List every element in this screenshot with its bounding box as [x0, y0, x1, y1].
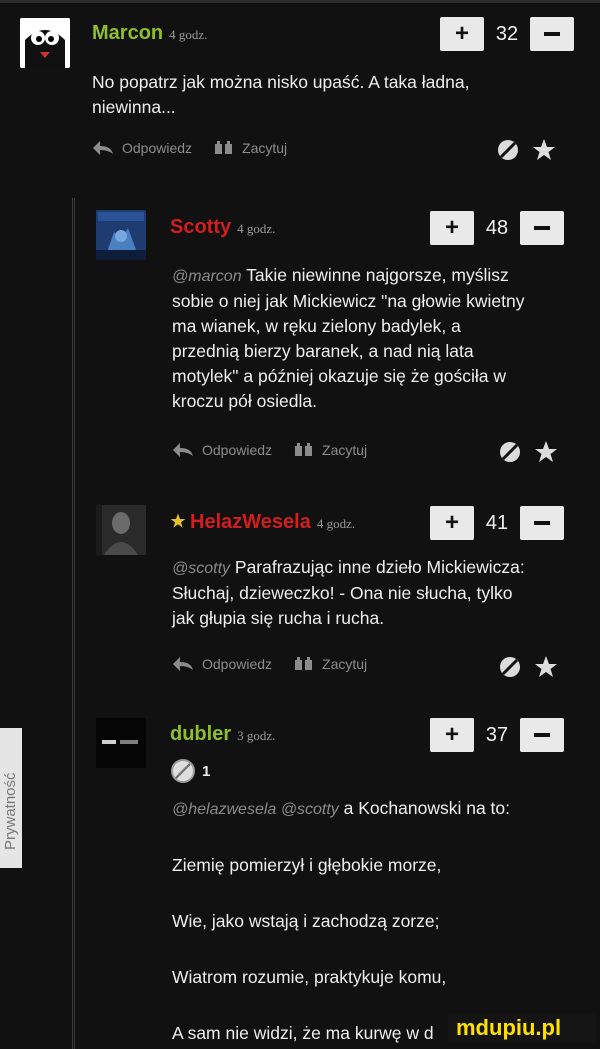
- timestamp: 3 godz.: [237, 728, 276, 743]
- quote-icon: [295, 443, 313, 456]
- downvote-button[interactable]: [520, 718, 564, 752]
- upvote-button[interactable]: +: [430, 718, 474, 752]
- thread-line: [72, 198, 73, 1049]
- comment-rating: [498, 655, 558, 679]
- timestamp: 4 godz.: [237, 221, 276, 236]
- star-icon[interactable]: [534, 655, 558, 679]
- avatar-image: [20, 18, 70, 68]
- mention-link[interactable]: @scotty: [172, 560, 230, 577]
- watermark: mdupiu.pl: [448, 1013, 596, 1043]
- timestamp: 4 godz.: [169, 27, 208, 42]
- avatar-image: [96, 505, 146, 555]
- upvote-button[interactable]: +: [430, 211, 474, 245]
- avatar[interactable]: [96, 210, 146, 260]
- avatar[interactable]: [20, 18, 70, 68]
- vote-widget: + 32: [440, 17, 574, 51]
- comment-text: @helazwesela @scotty a Kochanowski na to…: [172, 798, 511, 1043]
- comment-text: No popatrz jak można nisko upaść. A taka…: [92, 72, 470, 117]
- upvote-button[interactable]: +: [430, 506, 474, 540]
- star-badge-icon: [170, 513, 186, 528]
- comment-text: @scotty Parafrazując inne dzieło Mickiew…: [172, 557, 525, 628]
- reply-icon: [93, 141, 113, 155]
- avatar[interactable]: [96, 505, 146, 555]
- quote-icon: [215, 141, 233, 154]
- vote-widget: + 48: [430, 211, 564, 245]
- star-icon[interactable]: [534, 440, 558, 464]
- downvote-button[interactable]: [520, 211, 564, 245]
- medal-count: 1: [202, 762, 211, 780]
- vote-count: 41: [485, 511, 509, 534]
- comment-text: @marcon Takie niewinne najgorsze, myślis…: [172, 265, 525, 411]
- star-icon[interactable]: [532, 138, 556, 162]
- quote-icon: [295, 657, 313, 670]
- medal-icon: [171, 759, 195, 783]
- report-icon[interactable]: [496, 138, 520, 162]
- medal-badge[interactable]: 1: [170, 758, 210, 784]
- avatar[interactable]: [96, 718, 146, 768]
- comment-rating: [496, 138, 556, 162]
- username[interactable]: Scotty 4 godz.: [170, 216, 275, 239]
- username[interactable]: HelazWesela 4 godz.: [170, 511, 355, 534]
- reply-button[interactable]: Odpowiedz: [172, 442, 272, 458]
- watermark-text: mdupiu.pl: [456, 1015, 562, 1040]
- comment-rating: [498, 440, 558, 464]
- quote-button[interactable]: Zacytuj: [294, 656, 367, 672]
- vote-widget: + 41: [430, 506, 564, 540]
- comment-actions: Odpowiedz Zacytuj: [92, 140, 309, 156]
- privacy-label: Prywatność: [2, 772, 19, 850]
- report-icon[interactable]: [498, 655, 522, 679]
- reply-button[interactable]: Odpowiedz: [92, 140, 192, 156]
- quote-button[interactable]: Zacytuj: [214, 140, 287, 156]
- mention-link[interactable]: @helazwesela @scotty: [172, 801, 339, 818]
- avatar-image: [96, 718, 146, 768]
- reply-icon: [173, 443, 193, 457]
- timestamp: 4 godz.: [316, 516, 356, 531]
- username[interactable]: Marcon 4 godz.: [92, 22, 207, 45]
- report-icon[interactable]: [498, 440, 522, 464]
- quote-button[interactable]: Zacytuj: [294, 442, 367, 458]
- vote-count: 48: [485, 216, 509, 239]
- avatar-image: [96, 210, 146, 260]
- upvote-button[interactable]: +: [440, 17, 484, 51]
- vote-count: 32: [495, 22, 519, 45]
- top-border: [0, 0, 600, 3]
- mention-link[interactable]: @marcon: [172, 268, 242, 285]
- comment-actions: Odpowiedz Zacytuj: [172, 656, 389, 672]
- downvote-button[interactable]: [520, 506, 564, 540]
- vote-count: 37: [485, 723, 509, 746]
- vote-widget: + 37: [430, 718, 564, 752]
- reply-button[interactable]: Odpowiedz: [172, 656, 272, 672]
- privacy-tab[interactable]: Prywatność: [0, 728, 22, 868]
- thread-line-nested: [74, 198, 75, 1049]
- reply-icon: [173, 657, 193, 671]
- username[interactable]: dubler 3 godz.: [170, 723, 275, 746]
- comment-actions: Odpowiedz Zacytuj: [172, 442, 389, 458]
- downvote-button[interactable]: [530, 17, 574, 51]
